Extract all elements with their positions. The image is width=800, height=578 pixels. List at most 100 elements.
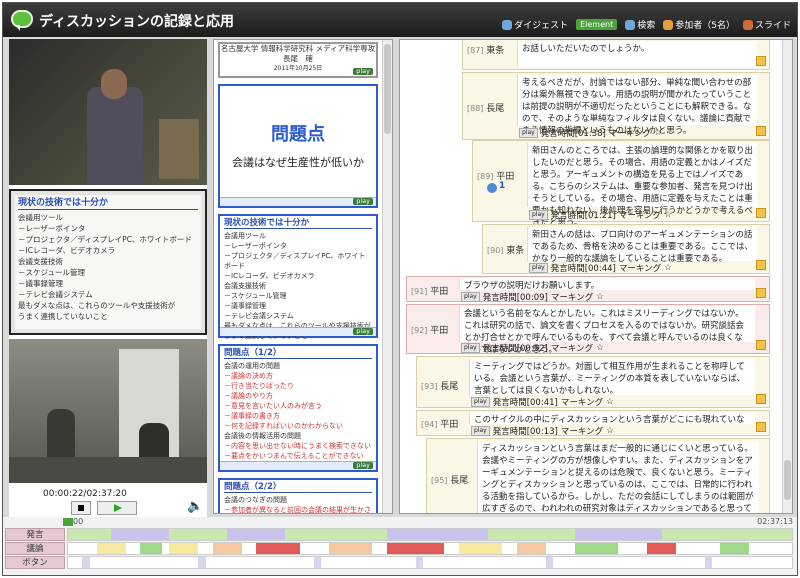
slide-play-button[interactable]: play [353,198,373,205]
bookmark-icon[interactable] [756,340,766,350]
slide-line: 会議用ツール [224,232,266,240]
message-play-button[interactable]: play [471,397,490,407]
message-89[interactable]: [89] 平田 1 新田さんのところでは、主張の論理的な関係とかを取り出したいの… [472,140,770,228]
message-93[interactable]: [93] 長尾 ミーティングではどうか。対面して相互作用が生まれることを称呼して… [416,356,770,408]
timeline-segment[interactable] [516,543,546,554]
slide-line: －参加者が異なると前回の会議の結果が生かされない [224,506,371,514]
timeline-segment[interactable] [314,557,322,568]
star-icon[interactable]: ☆ [596,343,604,353]
message-90[interactable]: [90] 東条 新田さんの話は、プロ向けのアーギュメンテーションの話であるため、… [482,224,770,274]
timeline-segment[interactable] [719,543,749,554]
message-play-button[interactable]: play [529,263,548,273]
room-video[interactable] [9,339,207,483]
message-94[interactable]: [94] 平田 このサイクルの中にディスカッションという言葉がどこにも現れていな… [416,410,770,437]
timeline-segment[interactable] [169,529,228,540]
speech-duration: 発言時間[00:41] [492,398,558,408]
timeline-segment[interactable] [212,543,242,554]
presenter-video[interactable] [9,39,207,185]
timeline-segment[interactable] [487,529,575,540]
marking-label[interactable]: マーキング [551,342,593,354]
menu-slide[interactable]: スライド [742,18,791,31]
timeline-segment[interactable] [111,529,170,540]
message-87[interactable]: [87] 東条 お話しいただいたのでしょうか。 [462,40,770,70]
timeline-segment[interactable] [256,543,300,554]
volume-icon[interactable]: 🔈 [187,499,203,514]
menu-digest[interactable]: ダイジェスト [502,18,568,31]
slide-video[interactable]: 現状の技術では十分か 会議用ツール －レーザーポインタ －プロジェクタ／ディスプ… [9,189,207,335]
slide-thumb-5[interactable]: 問題点（2/2） 会議のつなぎの問題 －参加者が異なると前回の会議の結果が生かさ… [218,478,378,514]
slide-list-scrollbar[interactable] [382,40,392,513]
slide-play-button[interactable]: play [353,68,373,75]
menu-search[interactable]: 検索 [625,18,655,31]
discussion-track[interactable] [67,542,793,555]
timeline-segment[interactable] [458,543,503,554]
message-play-button[interactable]: play [519,128,538,138]
menu-participants[interactable]: 参加者（5名） [663,18,735,31]
message-91[interactable]: [91] 平田 ブラウザの説明だけお願いします。 play 発言時間[00:09]… [406,276,770,303]
marking-label[interactable]: マーキング [619,209,661,221]
bookmark-icon[interactable] [756,208,766,218]
timeline-segment[interactable] [328,543,373,554]
bookmark-icon[interactable] [756,422,766,432]
marking-label[interactable]: マーキング [561,425,603,437]
speech-track[interactable] [67,528,793,541]
timeline-segment[interactable] [386,543,445,554]
marking-label[interactable]: マーキング [561,396,603,408]
timeline-segment[interactable] [574,529,662,540]
star-icon[interactable]: ☆ [606,397,614,407]
message-88[interactable]: [88] 長尾 考えるべきだが、討論ではない部分、単純な聞い合わせの部分は案外無… [462,72,770,140]
stop-button[interactable] [71,501,91,515]
timeline-segment[interactable] [82,557,90,568]
bookmark-icon[interactable] [756,288,766,298]
scrollbar-thumb[interactable] [384,44,391,134]
bookmark-icon[interactable] [756,126,766,136]
timeline-segment[interactable] [169,543,199,554]
slide-play-button[interactable]: play [353,328,373,335]
timeline-segment[interactable] [68,529,112,540]
star-icon[interactable]: ☆ [654,128,662,138]
star-icon[interactable]: ☆ [664,210,672,220]
bookmark-icon[interactable] [756,260,766,270]
marking-label[interactable]: マーキング [609,127,651,139]
message-95[interactable]: [95] 長尾 ディスカッションという言葉はまだ一般的に通じにくいと思っている。… [426,438,770,513]
slide-video-line: 最もダメな点は、これらのツールや支援技術が [18,301,176,310]
timeline-segment[interactable] [647,543,677,554]
scrollbar-thumb[interactable] [784,460,791,500]
message-play-button[interactable]: play [461,343,480,353]
message-play-button[interactable]: play [471,426,490,436]
slide-thumb-4[interactable]: 問題点（1/2） 会議の運用の問題 －議論の決め方 －行き当たりばったり －議論… [218,344,378,472]
bookmark-icon[interactable] [756,394,766,404]
message-play-button[interactable]: play [461,292,480,302]
timeline-segment[interactable] [96,543,126,554]
play-button[interactable] [97,501,137,515]
slide-video-line: －プロジェクタ／ディスプレイPC、ホワイトボード [18,235,192,244]
timeline-segment[interactable] [198,557,206,568]
menu-element[interactable]: Element [576,19,618,30]
message-92[interactable]: [92] 平田 会議という名前をなんとかしたい。これはミスリーディングではないか… [406,304,770,355]
slide-play-button[interactable]: play [353,462,373,469]
star-icon[interactable]: ☆ [664,263,672,273]
timeline-segment[interactable] [227,529,286,540]
thread-scrollbar[interactable] [782,40,792,513]
timeline-segment[interactable] [415,557,423,568]
timeline-segment[interactable] [574,543,619,554]
playhead-marker[interactable] [63,518,73,526]
marking-label[interactable]: マーキング [619,262,661,274]
timeline-segment[interactable] [545,557,554,568]
message-number: [90] [487,246,504,255]
button-track[interactable] [67,556,793,569]
slide-thumb-3[interactable]: 現状の技術では十分か 会議用ツール －レーザーポインタ －プロジェクタ／ディスプ… [218,214,378,340]
timeline-segment[interactable] [661,529,792,540]
message-text: 新田さんのところでは、主張の論理的な関係とかを取り出したいのだと思う。その場合、… [527,143,757,228]
message-play-button[interactable]: play [529,210,548,220]
timeline-segment[interactable] [140,543,163,554]
slide-thumb-1[interactable]: 名古屋大学 情報科学研究科 メディア科学専攻 長尾 確 2011年10月25日 … [218,42,378,78]
marking-label[interactable]: マーキング [551,291,593,303]
timeline-segment[interactable] [705,557,713,568]
star-icon[interactable]: ☆ [606,426,614,436]
bookmark-icon[interactable] [756,56,766,66]
timeline-segment[interactable] [386,529,488,540]
slide-thumb-2[interactable]: 問題点 会議はなぜ生産性が低いか play [218,84,378,208]
star-icon[interactable]: ☆ [596,292,604,302]
timeline-segment[interactable] [285,529,387,540]
